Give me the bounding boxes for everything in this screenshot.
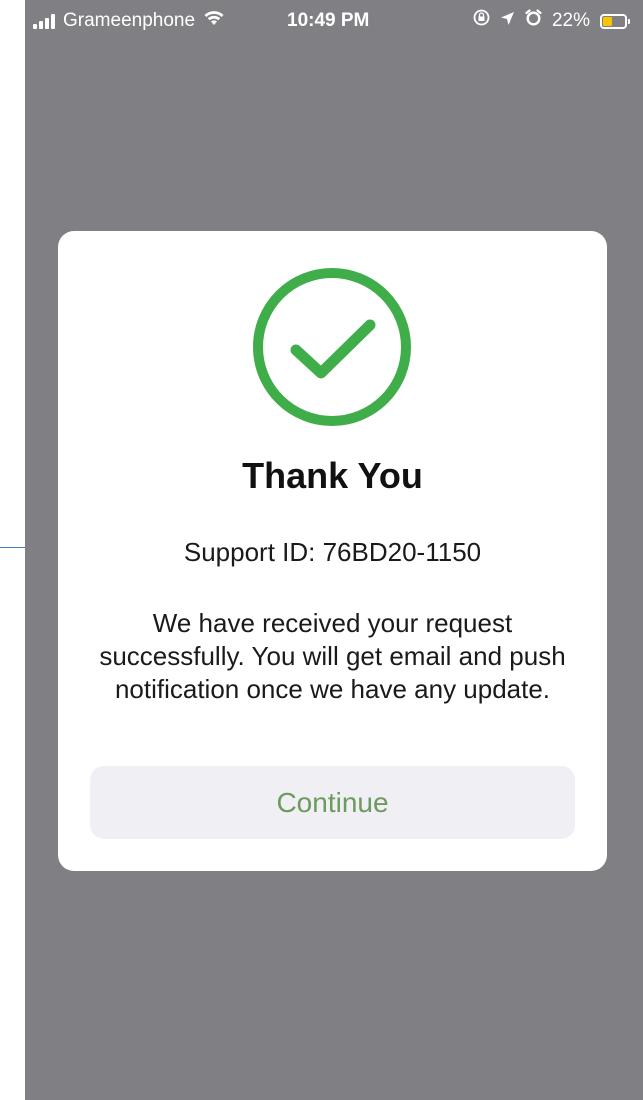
location-icon — [500, 0, 515, 42]
checkmark-circle-icon — [250, 265, 414, 429]
thank-you-dialog: Thank You Support ID: 76BD20-1150 We hav… — [58, 231, 607, 871]
battery-fill — [603, 16, 612, 26]
battery-percent: 22% — [551, 10, 590, 31]
wifi-icon — [203, 0, 225, 42]
status-time: 10:49 PM — [287, 10, 370, 31]
carrier-name: Grameenphone — [63, 10, 196, 31]
screenshot-canvas: Grameenphone 10:49 PM 22% Thank You Supp… — [0, 0, 643, 1100]
status-right: 22% — [473, 0, 630, 42]
status-bar: Grameenphone 10:49 PM 22% — [25, 0, 643, 42]
continue-button[interactable]: Continue — [90, 766, 575, 839]
phone-screen: Grameenphone 10:49 PM 22% Thank You Supp… — [25, 0, 643, 1100]
status-left: Grameenphone — [33, 0, 225, 42]
support-id: Support ID: 76BD20-1150 — [183, 537, 482, 567]
alarm-icon — [525, 0, 542, 42]
screen-lock-icon — [473, 0, 490, 42]
dialog-title: Thank You — [242, 455, 423, 496]
dialog-message: We have received your request successful… — [99, 608, 566, 704]
battery-icon — [600, 13, 630, 29]
signal-icon — [33, 13, 57, 29]
